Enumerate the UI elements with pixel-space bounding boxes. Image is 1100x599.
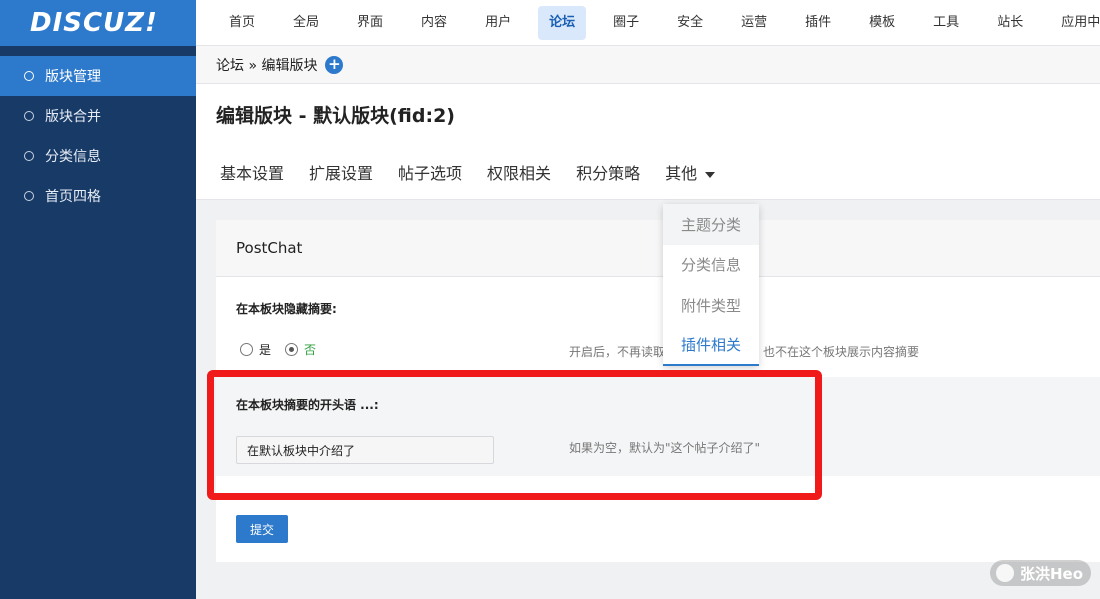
breadcrumb-text[interactable]: 论坛 » 编辑版块 [216, 55, 317, 75]
circle-icon [24, 191, 34, 201]
tab-permissions[interactable]: 权限相关 [487, 160, 551, 184]
circle-icon [24, 71, 34, 81]
circle-icon [24, 151, 34, 161]
submit-button[interactable]: 提交 [236, 515, 288, 543]
page-title: 编辑版块 - 默认版块(fid:2) [216, 105, 455, 127]
sidebar-item-label: 版块合并 [45, 109, 101, 125]
breadcrumb: 论坛 » 编辑版块 + [196, 46, 1100, 84]
sidebar-menu: 版块管理 版块合并 分类信息 首页四格 [0, 56, 196, 216]
tab-bar: 基本设置 扩展设置 帖子选项 权限相关 积分策略 其他 [220, 160, 740, 184]
nav-app-center[interactable]: 应用中心 [1050, 6, 1100, 40]
nav-groups[interactable]: 圈子 [602, 6, 650, 40]
tab-credit-policy[interactable]: 积分策略 [576, 160, 640, 184]
dropdown-item-plugins[interactable]: 插件相关 [663, 326, 759, 366]
hide-summary-hint-tail: 也不在这个板块展示内容摘要 [763, 345, 920, 359]
tab-extended-settings[interactable]: 扩展设置 [309, 160, 373, 184]
radio-yes-label[interactable]: 是 [259, 341, 271, 358]
dropdown-item-attachment-types[interactable]: 附件类型 [663, 285, 759, 326]
nav-global[interactable]: 全局 [282, 6, 330, 40]
caret-down-icon [705, 171, 716, 178]
nav-tools[interactable]: 工具 [922, 6, 970, 40]
highlight-annotation-box [207, 370, 822, 500]
nav-interface[interactable]: 界面 [346, 6, 394, 40]
tab-post-options[interactable]: 帖子选项 [398, 160, 462, 184]
sidebar-item-forum-merge[interactable]: 版块合并 [0, 96, 196, 136]
page-header: 编辑版块 - 默认版块(fid:2) 基本设置 扩展设置 帖子选项 权限相关 积… [196, 84, 1100, 200]
nav-plugins[interactable]: 插件 [794, 6, 842, 40]
nav-forum[interactable]: 论坛 [538, 5, 587, 40]
nav-users[interactable]: 用户 [474, 6, 522, 40]
sidebar-item-label: 首页四格 [45, 189, 101, 205]
nav-templates[interactable]: 模板 [858, 6, 906, 40]
other-dropdown-menu: 主题分类 分类信息 附件类型 插件相关 [663, 204, 759, 366]
sidebar: DISCUZ! 版块管理 版块合并 分类信息 首页四格 [0, 0, 196, 599]
tab-other[interactable]: 其他 [665, 160, 716, 184]
watermark: 张洪Heo [990, 560, 1092, 586]
nav-content[interactable]: 内容 [410, 6, 458, 40]
nav-webmaster[interactable]: 站长 [986, 6, 1034, 40]
card-title: PostChat [216, 220, 1100, 277]
radio-no[interactable] [285, 343, 299, 356]
discuz-logo[interactable]: DISCUZ! [0, 0, 196, 46]
sidebar-item-category-info[interactable]: 分类信息 [0, 136, 196, 176]
nav-operations[interactable]: 运营 [730, 6, 778, 40]
plus-circle-icon[interactable]: + [325, 55, 344, 74]
sidebar-item-label: 分类信息 [45, 149, 101, 165]
logo-text: DISCUZ! [30, 8, 158, 38]
radio-yes[interactable] [240, 343, 253, 356]
top-nav: 首页 全局 界面 内容 用户 论坛 圈子 安全 运营 插件 模板 工具 站长 应… [196, 0, 1100, 46]
nav-security[interactable]: 安全 [666, 6, 714, 40]
nav-home[interactable]: 首页 [218, 6, 266, 40]
hide-summary-hint: 开启后，不再读取 [569, 345, 666, 359]
radio-no-label[interactable]: 否 [304, 341, 316, 358]
circle-icon [24, 111, 34, 121]
sidebar-item-home-grid[interactable]: 首页四格 [0, 176, 196, 216]
dropdown-item-category-info[interactable]: 分类信息 [663, 245, 759, 286]
hide-summary-label: 在本板块隐藏摘要: [236, 302, 337, 316]
dropdown-item-thread-types[interactable]: 主题分类 [663, 204, 759, 245]
tab-other-label: 其他 [665, 164, 698, 183]
hide-summary-radio-group: 是 否 [240, 341, 330, 358]
sidebar-item-label: 版块管理 [45, 69, 101, 85]
sidebar-item-forum-manage[interactable]: 版块管理 [0, 56, 196, 96]
watermark-text: 张洪Heo [1020, 564, 1084, 583]
watermark-logo-icon [996, 564, 1014, 582]
tab-basic-settings[interactable]: 基本设置 [220, 160, 284, 184]
